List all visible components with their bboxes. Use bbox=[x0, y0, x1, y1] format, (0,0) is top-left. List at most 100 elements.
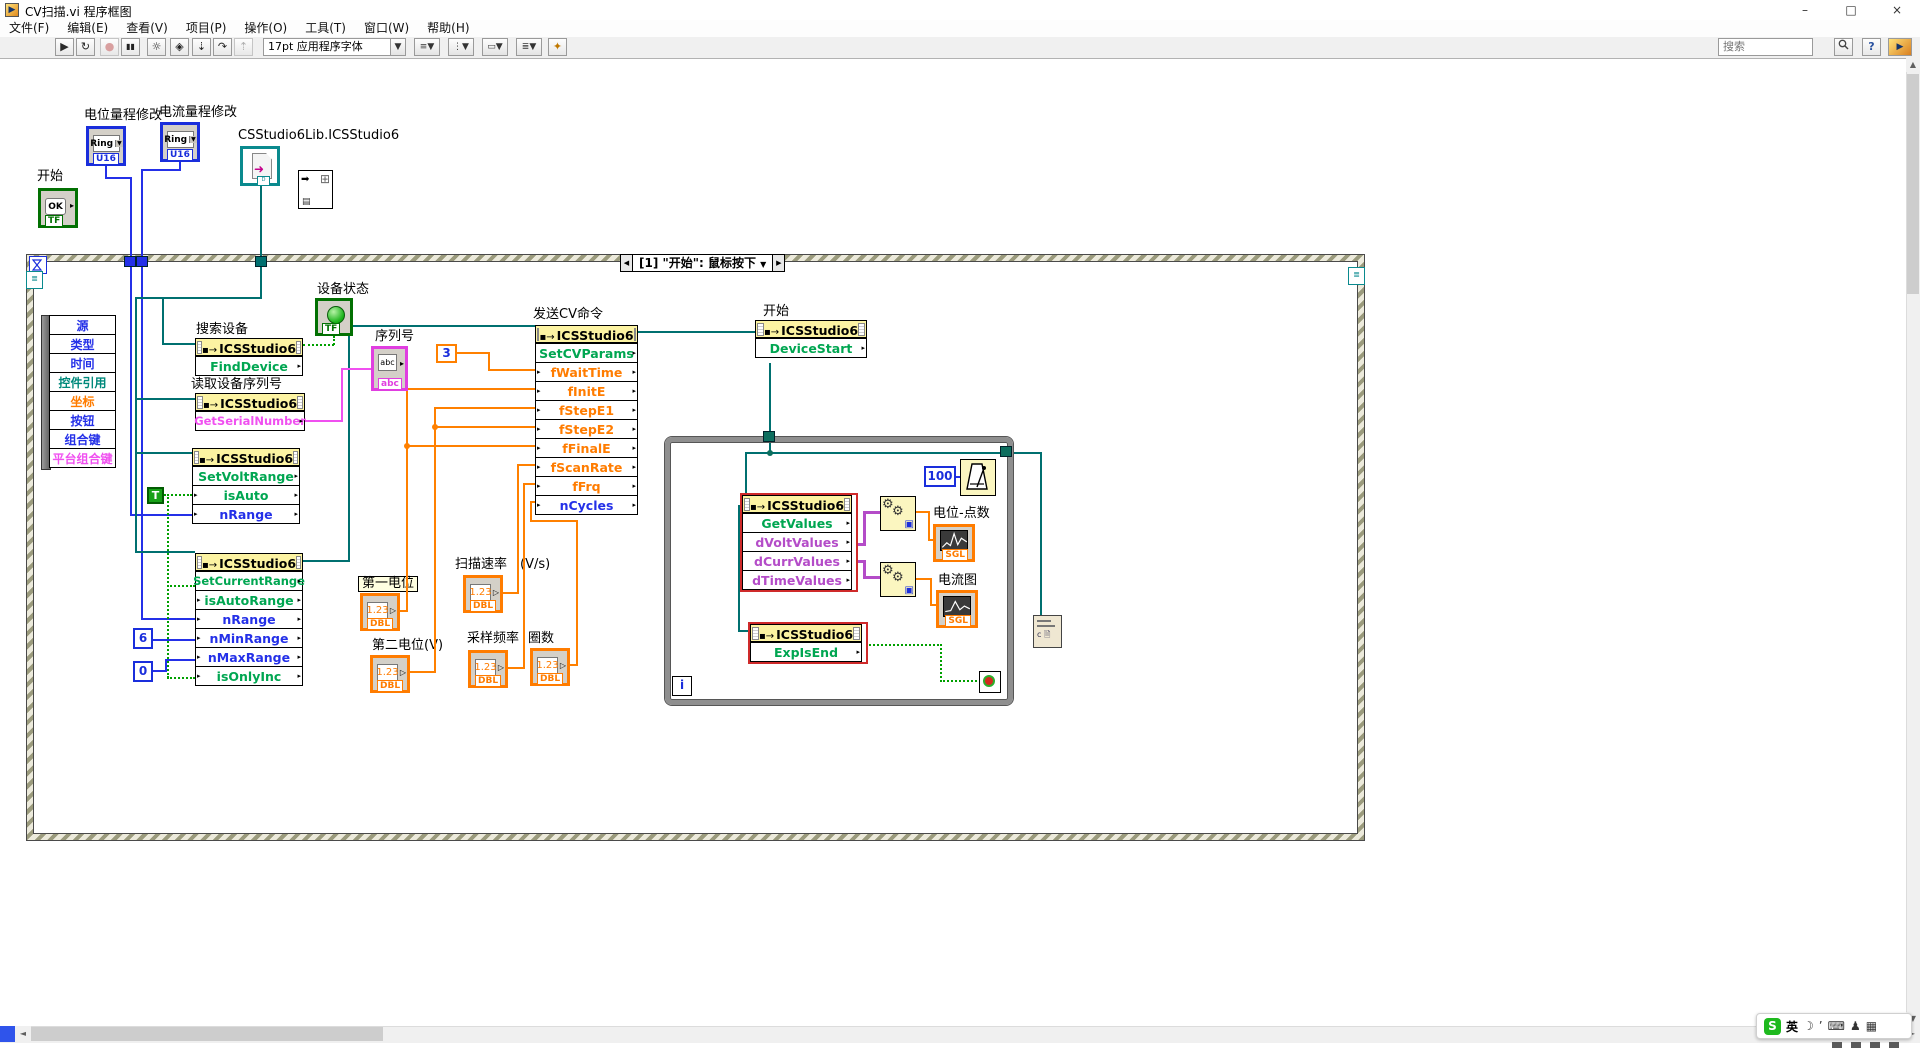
device-status-led[interactable]: TF bbox=[315, 298, 353, 336]
event-data-item[interactable]: 平台组合键 bbox=[49, 449, 116, 468]
ime-language-toggle[interactable]: 英 bbox=[1786, 1018, 1798, 1035]
invoke-param-row[interactable]: fFinalE bbox=[536, 438, 637, 457]
wire-class-ref[interactable] bbox=[135, 551, 195, 553]
align-objects-dropdown[interactable]: ≡▼ bbox=[414, 38, 440, 56]
variant-to-data-icon[interactable]: ⚙ ⚙ ▣ bbox=[880, 562, 916, 597]
constant-3[interactable]: 3 bbox=[436, 344, 457, 363]
menu-view[interactable]: 查看(V) bbox=[117, 20, 177, 37]
step-over-icon[interactable]: ↷ bbox=[213, 38, 232, 56]
invoke-param-row[interactable]: dVoltValues bbox=[743, 532, 851, 551]
ime-user-icon[interactable]: ♟ bbox=[1850, 1019, 1861, 1033]
invoke-node-set-current-range[interactable]: ▪→ICSStudio6 SetCurrentRange isAutoRange… bbox=[195, 553, 303, 686]
invoke-method-row[interactable]: SetCurrentRange bbox=[196, 571, 302, 590]
tunnel[interactable] bbox=[255, 256, 267, 267]
horizontal-scrollbar-thumb[interactable] bbox=[31, 1027, 383, 1041]
wire-dbl[interactable] bbox=[406, 388, 535, 390]
search-icon[interactable] bbox=[1834, 38, 1853, 56]
invoke-param-row[interactable]: nMinRange bbox=[196, 628, 302, 647]
tray-icon[interactable] bbox=[1889, 1042, 1899, 1048]
invoke-param-row[interactable]: dTimeValues bbox=[743, 570, 851, 589]
invoke-node-device-start[interactable]: ▪→ICSStudio6 DeviceStart bbox=[755, 320, 867, 358]
abort-button-icon[interactable]: ● bbox=[100, 38, 119, 56]
help-icon[interactable]: ? bbox=[1862, 38, 1881, 56]
pause-button-icon[interactable]: ▮▮ bbox=[121, 38, 140, 56]
event-data-item[interactable]: 类型 bbox=[49, 335, 116, 354]
wire-dbl[interactable] bbox=[456, 352, 490, 354]
dbl-control-scan-rate[interactable]: 1.23 ▷ DBL bbox=[463, 575, 503, 613]
cleanup-diagram-icon[interactable]: ✦ bbox=[548, 38, 567, 56]
invoke-param-row[interactable]: nCycles bbox=[536, 495, 637, 514]
dbl-control-first-pot[interactable]: 1.23 ▷ DBL bbox=[360, 593, 400, 631]
loop-iteration-terminal[interactable]: i bbox=[672, 676, 692, 696]
invoke-param-row[interactable]: fScanRate bbox=[536, 457, 637, 476]
wire-bool[interactable] bbox=[303, 344, 334, 346]
menu-operate[interactable]: 操作(O) bbox=[235, 20, 296, 37]
ime-punctuation-icon[interactable]: ’ bbox=[1819, 1019, 1823, 1033]
event-data-node[interactable]: 源 类型 时间 控件引用 坐标 按钮 组合键 平台组合键 bbox=[49, 315, 116, 468]
invoke-node-exp-is-end-frame[interactable]: ▪→ICSStudio6 ExpIsEnd bbox=[748, 622, 868, 664]
wire-class-ref[interactable] bbox=[348, 325, 350, 562]
dbl-control-sample-freq[interactable]: 1.23 ▷ DBL bbox=[468, 650, 508, 688]
invoke-method-row[interactable]: SetVoltRange bbox=[193, 466, 299, 485]
ime-fullhalf-icon[interactable]: ☽ bbox=[1803, 1019, 1814, 1033]
invoke-node-find-device[interactable]: ▪→ICSStudio6 FindDevice bbox=[195, 338, 303, 376]
ring-control-cur-range[interactable]: Ring▼ U16 bbox=[160, 122, 200, 162]
menu-edit[interactable]: 编辑(E) bbox=[58, 20, 117, 37]
invoke-param-row[interactable]: nRange bbox=[193, 504, 299, 523]
ime-toolbar[interactable]: S 英 ☽ ’ ⌨ ♟ ▦ bbox=[1756, 1013, 1912, 1039]
distribute-objects-dropdown[interactable]: ⋮▼ bbox=[448, 38, 474, 56]
wire-dbl[interactable] bbox=[530, 520, 578, 522]
invoke-node-get-values-frame[interactable]: ▪→ICSStudio6 GetValues dVoltValues dCurr… bbox=[740, 493, 858, 592]
wire-class-ref[interactable] bbox=[260, 185, 262, 299]
wire-const0[interactable] bbox=[165, 659, 195, 661]
wire-class-ref[interactable] bbox=[135, 398, 195, 400]
font-selector[interactable]: 17pt 应用程序字体 bbox=[263, 38, 391, 56]
invoke-method-row[interactable]: GetSerialNumber bbox=[196, 411, 304, 430]
wire-class-ref[interactable] bbox=[303, 560, 350, 562]
invoke-param-row[interactable]: fStepE2 bbox=[536, 419, 637, 438]
invoke-param-row[interactable]: dCurrValues bbox=[743, 551, 851, 570]
wire-serial-string[interactable] bbox=[341, 368, 371, 370]
sogou-logo-icon[interactable]: S bbox=[1764, 1018, 1781, 1035]
dbl-control-second-pot[interactable]: 1.23 ▷ DBL bbox=[370, 655, 410, 693]
event-data-item[interactable]: 时间 bbox=[49, 354, 116, 373]
invoke-node-exp-is-end[interactable]: ▪→ICSStudio6 ExpIsEnd bbox=[750, 624, 862, 662]
font-selector-dropdown-icon[interactable]: ▼ bbox=[390, 38, 406, 56]
volt-graph-terminal[interactable]: SGL bbox=[933, 524, 975, 562]
constant-6[interactable]: 6 bbox=[133, 628, 153, 649]
tunnel[interactable] bbox=[136, 256, 148, 267]
wire-class-ref[interactable] bbox=[638, 331, 755, 333]
wire-dbl[interactable] bbox=[517, 464, 519, 594]
loop-tunnel[interactable] bbox=[763, 431, 775, 442]
misc-function-node[interactable]: c 🗎 bbox=[1033, 615, 1062, 648]
highlight-execution-icon[interactable]: ☼ bbox=[147, 38, 166, 56]
step-into-icon[interactable]: ⇣ bbox=[192, 38, 211, 56]
step-out-icon[interactable]: ⇡ bbox=[234, 38, 253, 56]
event-data-item[interactable]: 控件引用 bbox=[49, 373, 116, 392]
dbl-control-cycles[interactable]: 1.23 ▷ DBL bbox=[530, 648, 570, 686]
ok-button-terminal[interactable]: OK ▸ TF bbox=[38, 188, 78, 228]
wire-class-ref[interactable] bbox=[1012, 452, 1042, 454]
ring-control-pot-range[interactable]: Ring▼ U16 bbox=[86, 126, 126, 166]
invoke-method-row[interactable]: ExpIsEnd bbox=[751, 642, 861, 661]
wire-ring1[interactable] bbox=[130, 514, 192, 516]
wire-class-ref[interactable] bbox=[1040, 452, 1042, 616]
menu-tools[interactable]: 工具(T) bbox=[296, 20, 355, 37]
event-dropdown-icon[interactable]: ▼ bbox=[760, 260, 766, 269]
invoke-node-set-cv-params[interactable]: ▪→ICSStudio6 SetCVParams fWaitTime fInit… bbox=[535, 325, 638, 515]
wire-ring2[interactable] bbox=[141, 169, 181, 171]
wire-ring1[interactable] bbox=[130, 177, 132, 516]
curr-graph-terminal[interactable]: SGL bbox=[936, 590, 978, 628]
event-data-item[interactable]: 坐标 bbox=[49, 392, 116, 411]
invoke-method-row[interactable]: FindDevice bbox=[196, 356, 302, 375]
wire-class-ref[interactable] bbox=[162, 343, 195, 345]
ime-toolbox-icon[interactable]: ▦ bbox=[1866, 1019, 1877, 1033]
wire-dbl[interactable] bbox=[406, 445, 535, 447]
invoke-param-row[interactable]: nRange bbox=[196, 609, 302, 628]
invoke-param-row[interactable]: fStepE1 bbox=[536, 400, 637, 419]
wire-dbl[interactable] bbox=[406, 388, 408, 612]
menu-project[interactable]: 项目(P) bbox=[177, 20, 236, 37]
wire-class-ref[interactable] bbox=[135, 297, 137, 553]
event-data-item[interactable]: 源 bbox=[49, 315, 116, 335]
wire-bool[interactable] bbox=[167, 585, 195, 587]
